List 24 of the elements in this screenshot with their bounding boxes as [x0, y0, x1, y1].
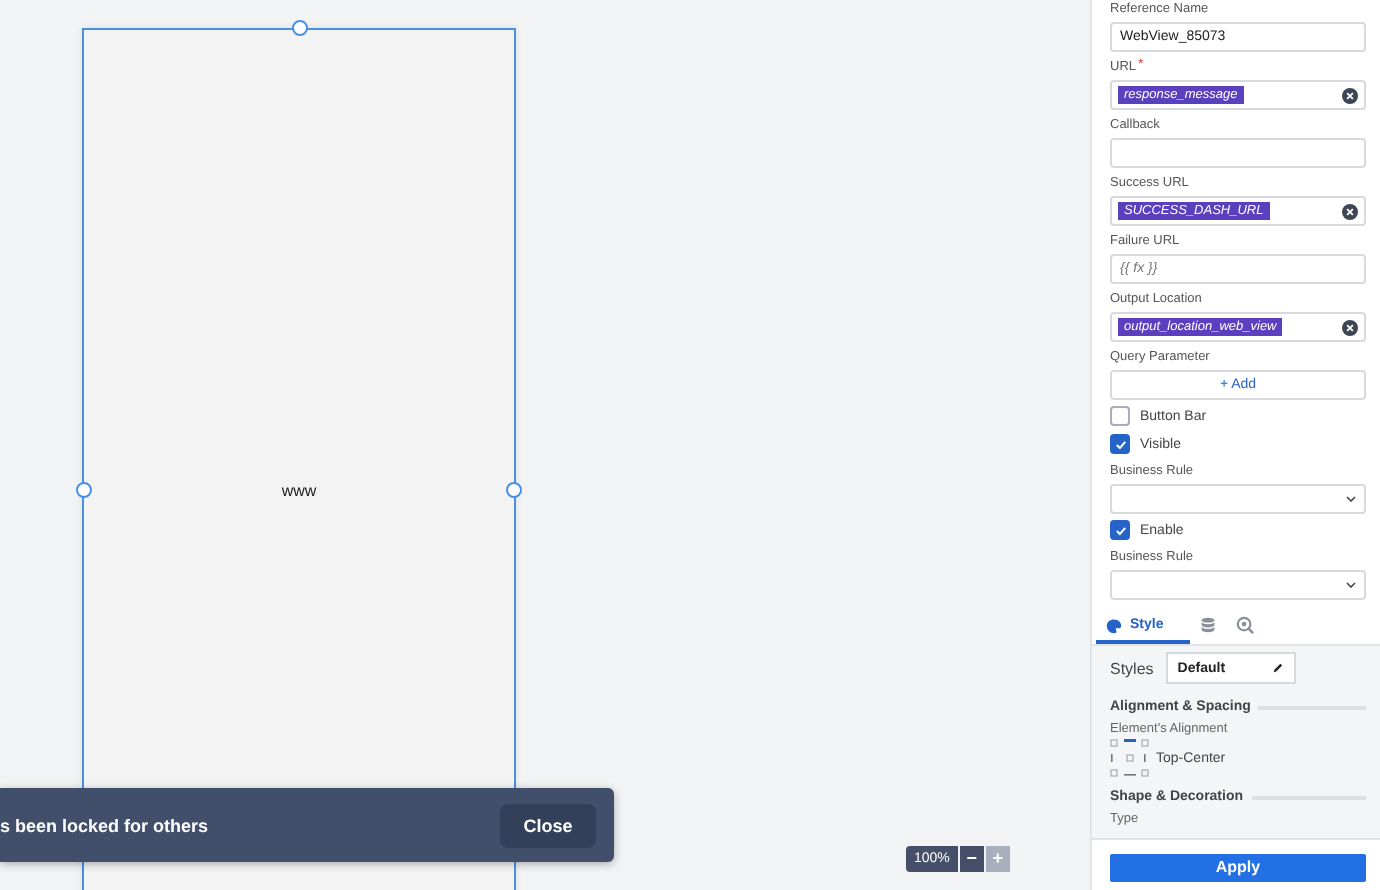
resize-handle[interactable] [292, 20, 308, 36]
resize-handle[interactable] [506, 482, 522, 498]
checkbox[interactable] [1110, 520, 1130, 540]
checkbox[interactable] [1110, 434, 1130, 454]
zoom-out-button[interactable]: − [959, 846, 984, 872]
clear-icon[interactable] [1342, 319, 1358, 335]
close-button[interactable]: Close [500, 803, 596, 847]
apply-button[interactable]: Apply [1110, 853, 1366, 881]
palette-icon [1106, 617, 1122, 633]
styles-label: Styles [1110, 659, 1154, 677]
checkbox[interactable] [1110, 406, 1130, 426]
checkmark-icon [1113, 437, 1127, 451]
checkmark-icon [1113, 523, 1127, 537]
text-field[interactable] [1110, 138, 1366, 168]
resize-handle[interactable] [76, 482, 92, 498]
chevron-down-icon [1346, 496, 1356, 502]
pencil-icon[interactable] [1272, 662, 1284, 674]
magnifier-icon [1235, 616, 1254, 634]
chevron-down-icon [1346, 582, 1356, 588]
clear-icon[interactable] [1342, 203, 1358, 219]
frame-text: www [279, 482, 319, 500]
database-icon [1199, 616, 1216, 634]
clear-icon[interactable] [1342, 87, 1358, 103]
alignment-grid-icon[interactable] [1110, 738, 1150, 778]
